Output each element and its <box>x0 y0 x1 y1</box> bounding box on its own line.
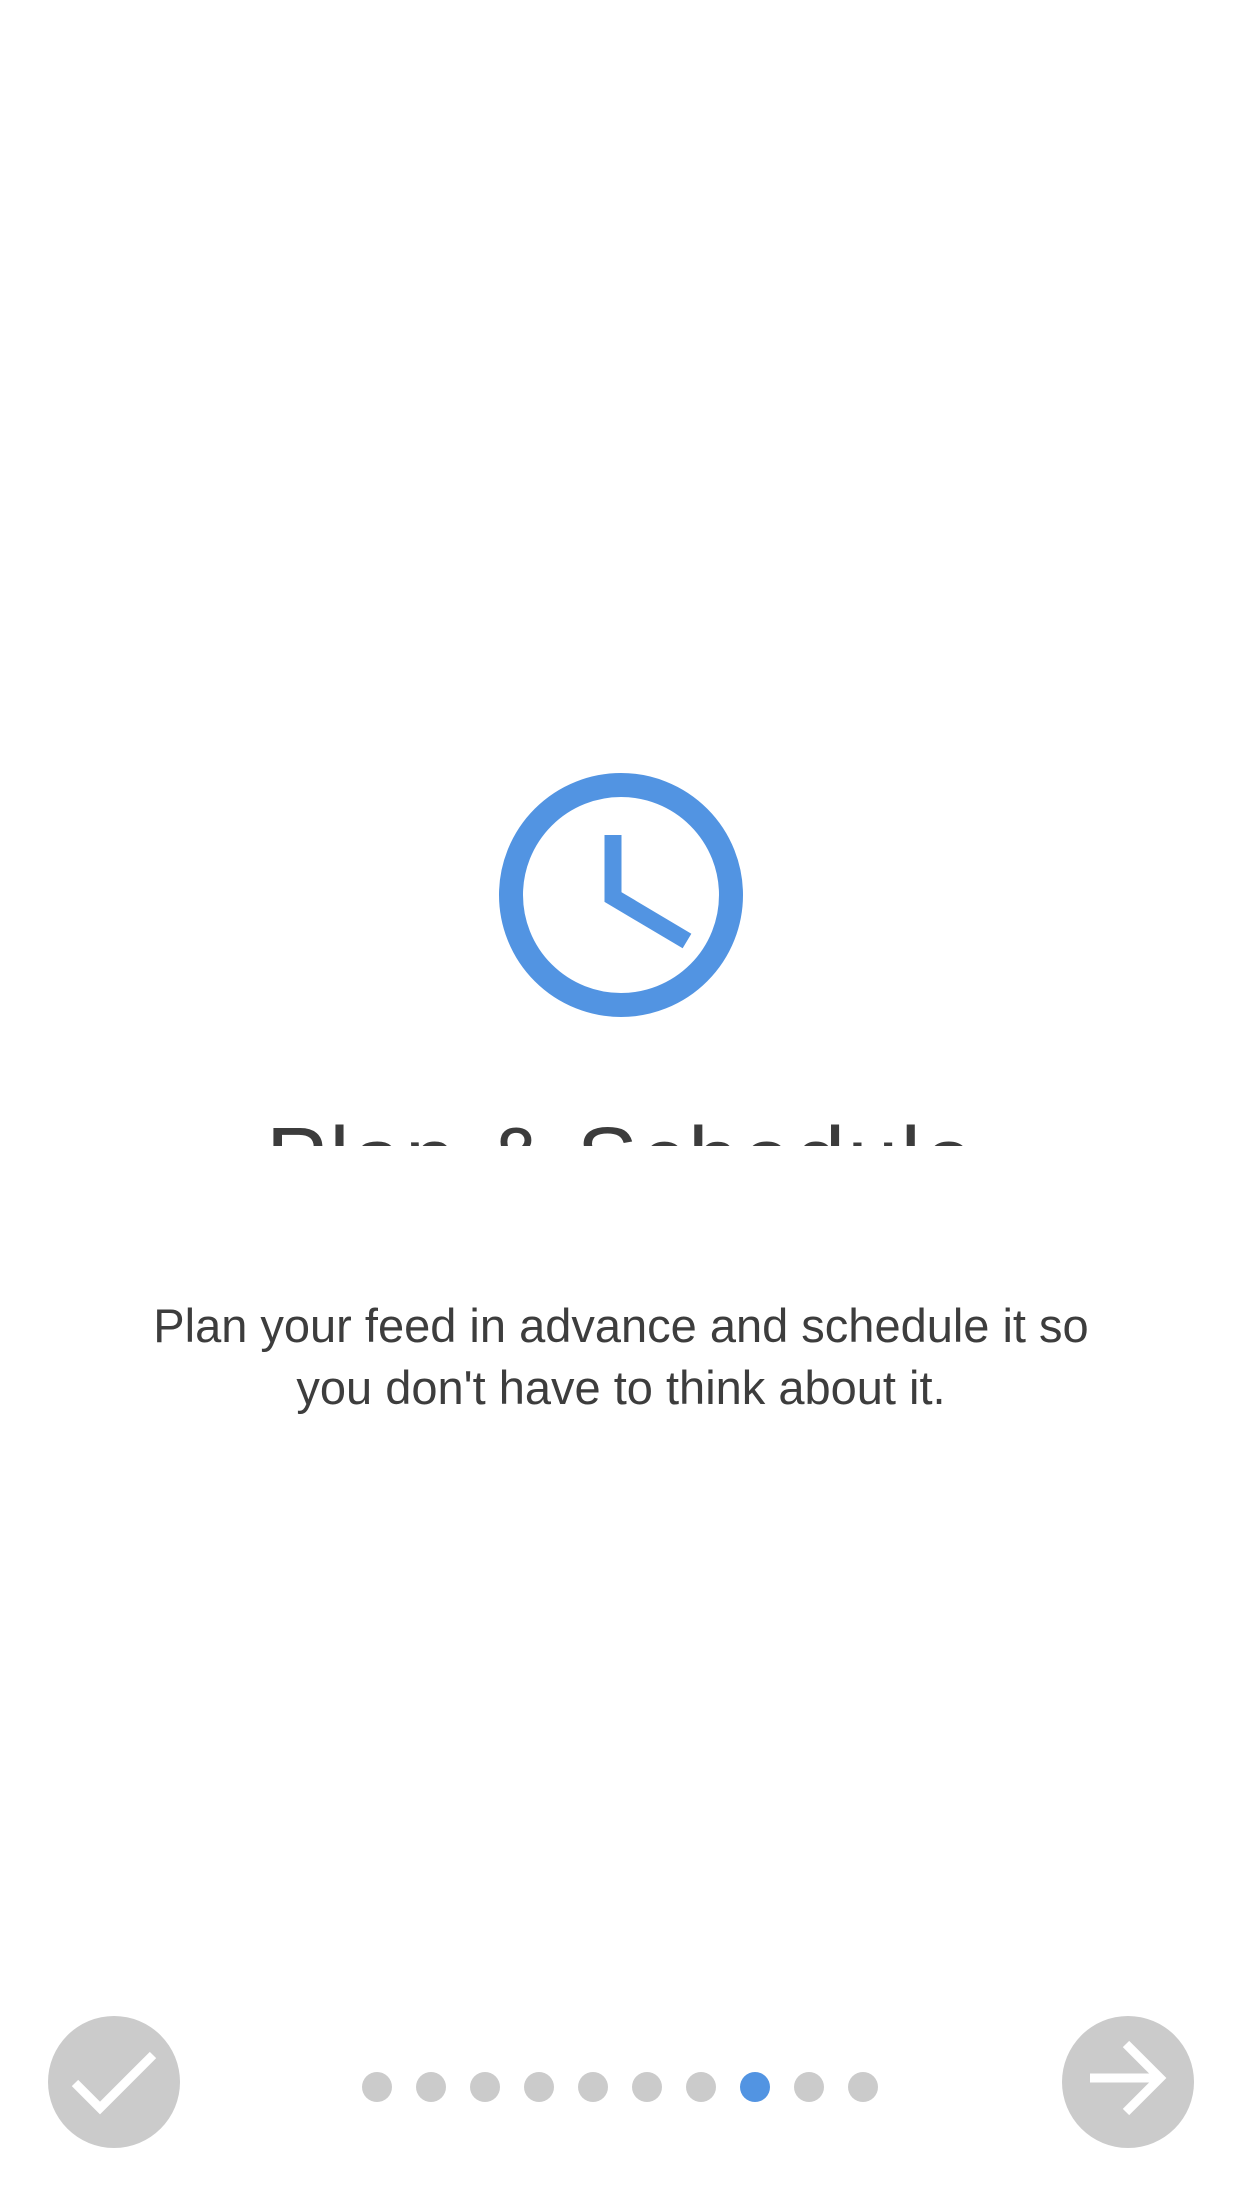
description: Plan your feed in advance and schedule i… <box>100 1295 1142 1419</box>
description-line-1: Plan your feed in advance and schedule i… <box>153 1299 1089 1352</box>
page-dot[interactable] <box>362 2072 392 2102</box>
description-line-2: you don't have to think about it. <box>296 1361 946 1414</box>
page-dot[interactable] <box>416 2072 446 2102</box>
page-dot[interactable] <box>632 2072 662 2102</box>
arrow-right-icon <box>1090 2040 1167 2116</box>
next-button[interactable] <box>1062 2016 1194 2148</box>
page-dot[interactable] <box>686 2072 716 2102</box>
page-dot[interactable] <box>848 2072 878 2102</box>
title-clip: Plan & Schedule <box>0 1100 1242 1146</box>
done-button[interactable] <box>48 2016 180 2148</box>
page-title: Plan & Schedule <box>0 1110 1242 1146</box>
page-dot-active[interactable] <box>740 2072 770 2102</box>
checkmark-icon <box>71 2051 157 2115</box>
page-dot[interactable] <box>578 2072 608 2102</box>
page-indicator <box>362 2072 878 2102</box>
clock-icon <box>499 773 743 1017</box>
onboarding-screen: Plan & Schedule Plan your feed in advanc… <box>0 0 1242 2208</box>
page-dot[interactable] <box>470 2072 500 2102</box>
page-dot[interactable] <box>524 2072 554 2102</box>
page-dot[interactable] <box>794 2072 824 2102</box>
